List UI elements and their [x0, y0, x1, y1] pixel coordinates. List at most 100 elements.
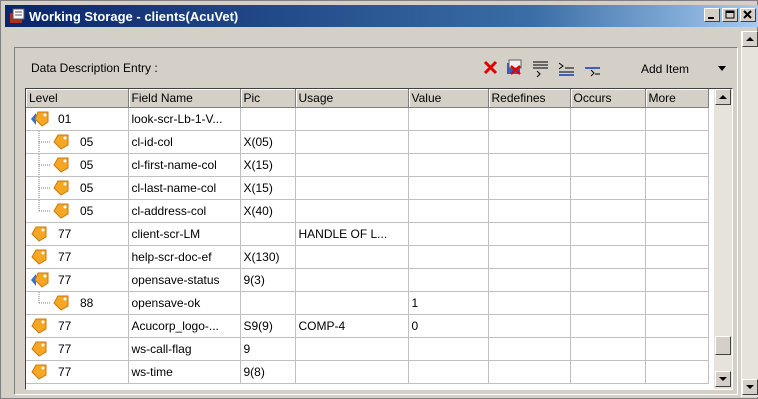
table-row[interactable]: 77 opensave-status 9(3) [26, 268, 709, 292]
field-cell[interactable]: cl-address-col [128, 199, 241, 223]
chevron-down-icon[interactable] [717, 65, 727, 73]
occurs-cell[interactable] [570, 153, 646, 177]
column-header-level[interactable]: Level [26, 89, 129, 108]
more-cell[interactable] [645, 176, 709, 200]
value-cell[interactable]: 0 [408, 314, 489, 338]
window-scrollbar[interactable] [741, 31, 758, 397]
usage-cell[interactable] [295, 199, 409, 223]
level-cell[interactable]: 77 [26, 268, 129, 292]
grid-scroll-thumb[interactable] [715, 336, 731, 355]
indent-icon[interactable] [557, 58, 577, 78]
pic-cell[interactable]: 9(3) [240, 268, 296, 292]
more-cell[interactable] [645, 245, 709, 269]
pic-cell[interactable] [240, 222, 296, 246]
occurs-cell[interactable] [570, 107, 646, 131]
field-cell[interactable]: look-scr-Lb-1-V... [128, 107, 241, 131]
more-cell[interactable] [645, 153, 709, 177]
scroll-up-button[interactable] [742, 31, 758, 47]
column-header-field-name[interactable]: Field Name [128, 89, 241, 108]
field-cell[interactable]: Acucorp_logo-... [128, 314, 241, 338]
occurs-cell[interactable] [570, 337, 646, 361]
delete-all-icon[interactable] [505, 58, 525, 78]
usage-cell[interactable] [295, 291, 409, 315]
usage-cell[interactable] [295, 153, 409, 177]
field-cell[interactable]: client-scr-LM [128, 222, 241, 246]
table-row[interactable]: 77 Acucorp_logo-... S9(9) COMP-4 0 [26, 314, 709, 338]
more-cell[interactable] [645, 268, 709, 292]
grid-scrollbar[interactable] [714, 89, 732, 389]
redefines-cell[interactable] [488, 245, 571, 269]
usage-cell[interactable] [295, 337, 409, 361]
redefines-cell[interactable] [488, 360, 571, 384]
value-cell[interactable] [408, 360, 489, 384]
pic-cell[interactable]: X(15) [240, 153, 296, 177]
value-cell[interactable] [408, 199, 489, 223]
redefines-cell[interactable] [488, 337, 571, 361]
occurs-cell[interactable] [570, 222, 646, 246]
level-cell[interactable]: 05 [26, 176, 129, 200]
redefines-cell[interactable] [488, 314, 571, 338]
occurs-cell[interactable] [570, 130, 646, 154]
value-cell[interactable] [408, 245, 489, 269]
usage-cell[interactable]: COMP-4 [295, 314, 409, 338]
more-cell[interactable] [645, 107, 709, 131]
field-cell[interactable]: opensave-ok [128, 291, 241, 315]
pic-cell[interactable] [240, 291, 296, 315]
occurs-cell[interactable] [570, 268, 646, 292]
redefines-cell[interactable] [488, 268, 571, 292]
occurs-cell[interactable] [570, 245, 646, 269]
redefines-cell[interactable] [488, 107, 571, 131]
level-cell[interactable]: 05 [26, 130, 129, 154]
table-row[interactable]: 88 opensave-ok 1 [26, 291, 709, 315]
table-row[interactable]: 01 look-scr-Lb-1-V... [26, 107, 709, 131]
usage-cell[interactable] [295, 107, 409, 131]
level-cell[interactable]: 77 [26, 337, 129, 361]
level-cell[interactable]: 01 [26, 107, 129, 131]
value-cell[interactable] [408, 130, 489, 154]
title-bar[interactable]: Working Storage - clients(AcuVet) [5, 5, 758, 27]
pic-cell[interactable]: 9(8) [240, 360, 296, 384]
column-header-redefines[interactable]: Redefines [488, 89, 571, 108]
field-cell[interactable]: opensave-status [128, 268, 241, 292]
delete-icon[interactable] [481, 58, 501, 78]
occurs-cell[interactable] [570, 291, 646, 315]
pic-cell[interactable]: S9(9) [240, 314, 296, 338]
table-row[interactable]: 05 cl-last-name-col X(15) [26, 176, 709, 200]
maximize-button[interactable] [722, 8, 738, 22]
grid-scroll-up-button[interactable] [715, 89, 731, 105]
pic-cell[interactable]: X(130) [240, 245, 296, 269]
redefines-cell[interactable] [488, 199, 571, 223]
column-header-usage[interactable]: Usage [295, 89, 409, 108]
usage-cell[interactable]: HANDLE OF L... [295, 222, 409, 246]
add-item-button[interactable]: Add Item [627, 58, 731, 80]
value-cell[interactable]: 1 [408, 291, 489, 315]
field-cell[interactable]: ws-time [128, 360, 241, 384]
occurs-cell[interactable] [570, 199, 646, 223]
level-cell[interactable]: 77 [26, 245, 129, 269]
outdent-icon[interactable] [583, 58, 603, 78]
value-cell[interactable] [408, 268, 489, 292]
usage-cell[interactable] [295, 130, 409, 154]
more-cell[interactable] [645, 314, 709, 338]
redefines-cell[interactable] [488, 153, 571, 177]
data-grid[interactable]: Level Field Name Pic Usage Value Redefines Occ… [25, 88, 733, 390]
more-cell[interactable] [645, 222, 709, 246]
field-cell[interactable]: help-scr-doc-ef [128, 245, 241, 269]
level-cell[interactable]: 05 [26, 199, 129, 223]
pic-cell[interactable] [240, 107, 296, 131]
minimize-button[interactable] [704, 8, 720, 22]
usage-cell[interactable] [295, 245, 409, 269]
field-cell[interactable]: cl-first-name-col [128, 153, 241, 177]
table-row[interactable]: 77 client-scr-LM HANDLE OF L... [26, 222, 709, 246]
more-cell[interactable] [645, 360, 709, 384]
level-cell[interactable]: 77 [26, 222, 129, 246]
usage-cell[interactable] [295, 176, 409, 200]
usage-cell[interactable] [295, 268, 409, 292]
more-cell[interactable] [645, 130, 709, 154]
pic-cell[interactable]: 9 [240, 337, 296, 361]
pic-cell[interactable]: X(40) [240, 199, 296, 223]
grid-scroll-down-button[interactable] [715, 371, 731, 387]
column-header-value[interactable]: Value [408, 89, 489, 108]
level-cell[interactable]: 77 [26, 314, 129, 338]
level-cell[interactable]: 88 [26, 291, 129, 315]
